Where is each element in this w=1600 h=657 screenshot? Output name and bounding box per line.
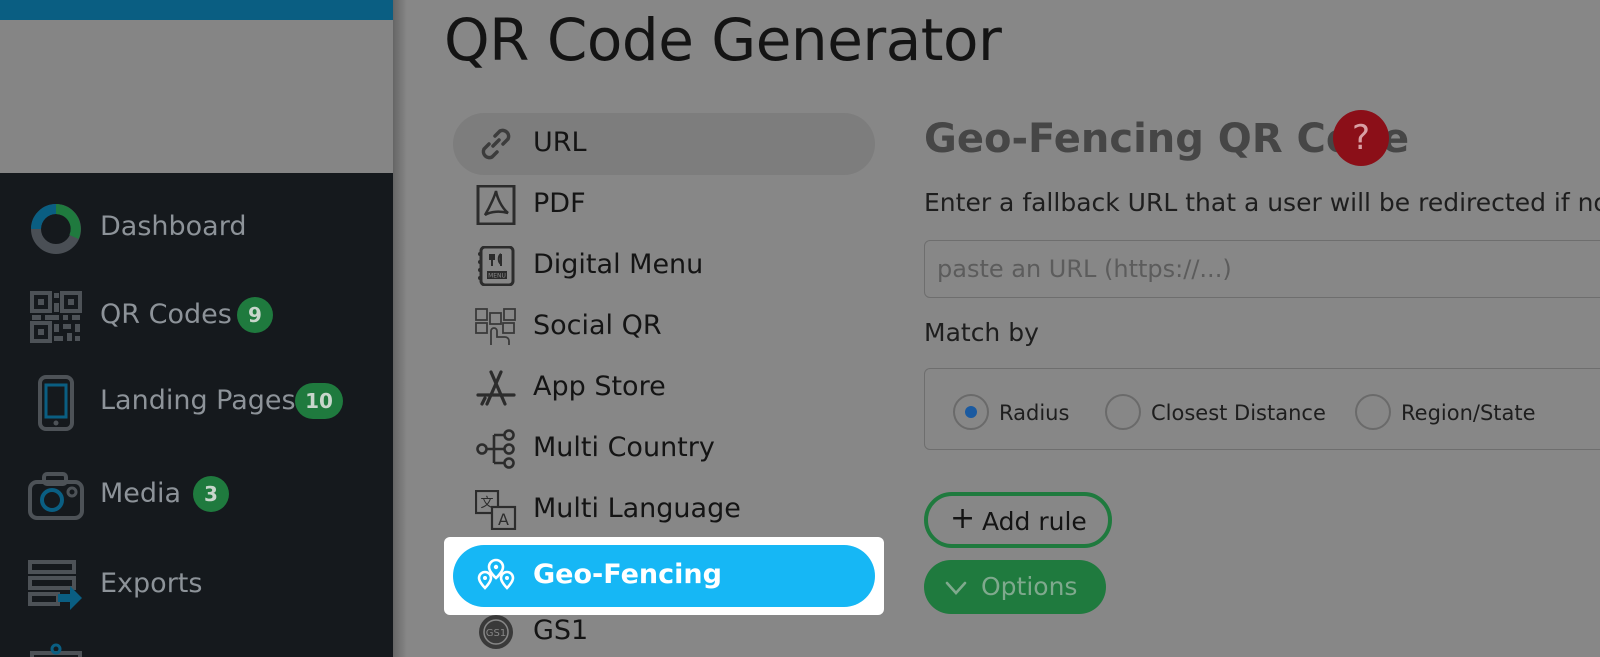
add-rule-button[interactable]: + Add rule [924,492,1112,548]
dashboard-donut-icon [31,204,81,254]
qr-type-label: URL [533,127,587,158]
region-state-radio[interactable] [1355,394,1391,430]
qr-type-label: GS1 [533,615,589,646]
region-state-label[interactable]: Region/State [1401,401,1536,425]
social-icon [475,308,516,345]
logo-area [0,20,393,173]
sidebar-partial-icon [30,643,82,657]
camera-icon [28,472,84,520]
hierarchy-icon [476,429,515,469]
closest-distance-radio[interactable] [1105,394,1141,430]
sidebar-item-label: QR Codes [100,299,232,330]
gs1-icon: GS1 [479,615,513,649]
fallback-url-input[interactable] [924,240,1600,298]
qr-type-app-store[interactable]: App Store [453,357,875,419]
plus-icon: + [950,501,976,536]
radius-radio[interactable] [953,394,989,430]
media-count-badge: 3 [193,476,229,512]
sidebar-item-exports[interactable]: Exports [0,546,393,626]
qr-type-label: App Store [533,371,666,402]
match-by-label: Match by [924,318,1039,347]
qr-type-label: Digital Menu [533,249,704,280]
sidebar: Dashboard QR Codes 9 Landing Pages 10 Me… [0,0,393,657]
landing-pages-count-badge: 10 [295,383,343,419]
fallback-url-description: Enter a fallback URL that a user will be… [924,188,1600,217]
sidebar-item-qr-codes[interactable]: QR Codes 9 [0,277,393,357]
svg-text:MENU: MENU [488,273,506,280]
add-rule-label: Add rule [982,507,1087,536]
sidebar-item-landing-pages[interactable]: Landing Pages 10 [0,363,393,443]
sidebar-shadow [393,0,407,657]
sidebar-item-label: Media [100,478,182,509]
qr-type-social-qr[interactable]: Social QR [453,296,875,358]
sidebar-item-label: Landing Pages [100,385,296,416]
qr-type-pdf[interactable]: PDF [453,174,875,236]
qr-type-multi-language[interactable]: 文 A Multi Language [453,479,875,541]
qr-type-digital-menu[interactable]: MENU Digital Menu [453,235,875,297]
sidebar-item-media[interactable]: Media 3 [0,456,393,536]
match-by-options: Radius Closest Distance Region/State [924,368,1600,450]
qr-codes-count-badge: 9 [237,297,273,333]
options-button[interactable]: Options [924,560,1106,614]
translate-icon: 文 A [475,490,517,530]
svg-text:A: A [498,510,509,529]
map-pins-icon [477,558,515,590]
sidebar-item-dashboard[interactable]: Dashboard [0,189,393,269]
svg-text:GS1: GS1 [486,628,506,639]
help-button[interactable]: ? [1333,110,1389,166]
sidebar-item-label: Dashboard [100,211,247,242]
export-icon [28,560,82,610]
qr-type-label: Multi Language [533,493,741,524]
qr-code-icon [30,291,82,343]
chevron-down-icon [945,581,967,595]
smartphone-icon [38,375,74,431]
qr-type-label: Multi Country [533,432,715,463]
app-store-icon [476,370,516,406]
qr-type-multi-country[interactable]: Multi Country [453,418,875,480]
sidebar-item-label: Exports [100,568,203,599]
qr-type-label: Social QR [533,310,662,341]
link-icon [481,128,511,160]
pdf-icon [476,185,516,225]
options-label: Options [981,572,1078,601]
sidebar-top-bar [0,0,393,20]
qr-type-url[interactable]: URL [453,113,875,175]
qr-type-label: PDF [533,188,586,219]
qr-type-label: Geo-Fencing [533,559,722,590]
radius-label[interactable]: Radius [999,401,1069,425]
qr-type-geo-fencing[interactable]: Geo-Fencing [453,545,875,607]
closest-distance-label[interactable]: Closest Distance [1151,401,1326,425]
menu-icon: MENU [478,246,515,286]
geo-fencing-highlight: Geo-Fencing [444,537,884,615]
page-title: QR Code Generator [444,6,1002,74]
